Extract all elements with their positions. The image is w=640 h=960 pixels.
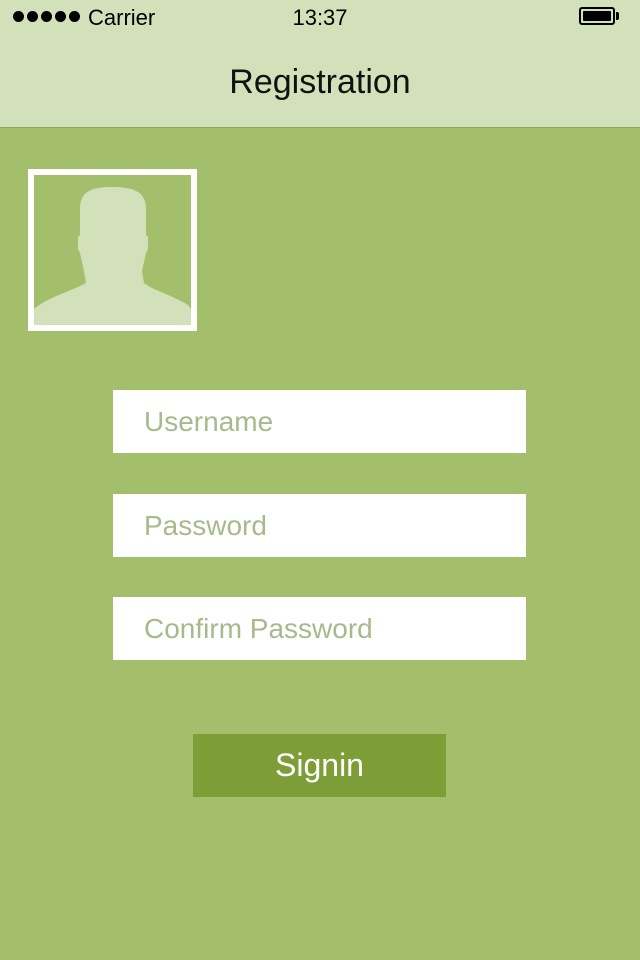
status-bar: Carrier 13:37 [0,0,640,36]
page-title: Registration [229,63,411,101]
battery-icon [579,7,621,25]
avatar-picker[interactable] [28,169,197,331]
signin-button[interactable]: Signin [193,734,446,797]
navigation-bar: Carrier 13:37 Registration [0,0,640,128]
username-input[interactable] [113,390,526,453]
password-input[interactable] [113,494,526,557]
confirm-password-input[interactable] [113,597,526,660]
status-time: 13:37 [292,5,348,30]
person-silhouette-icon [34,187,191,325]
